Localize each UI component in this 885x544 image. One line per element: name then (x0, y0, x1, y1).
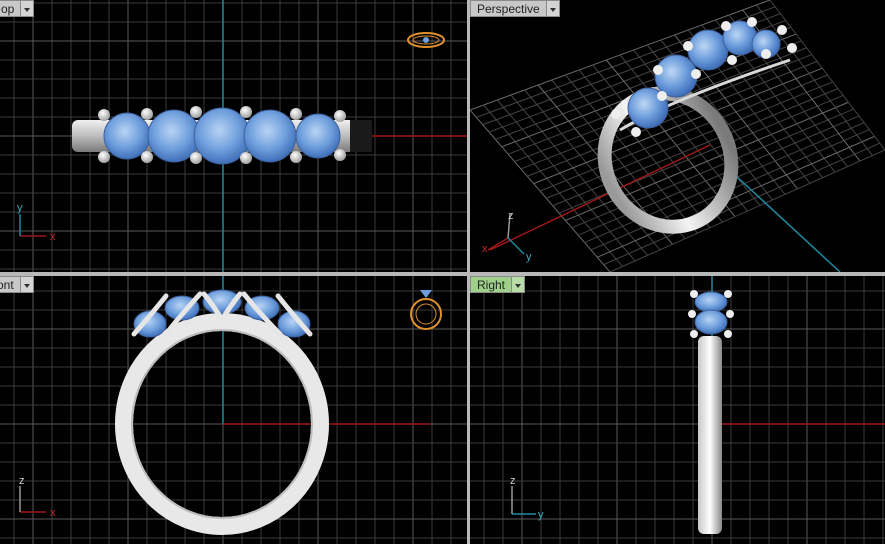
persp-axis-x-label: x (482, 243, 488, 255)
top-view-canvas: x y (0, 0, 467, 272)
top-axis-x-label: x (50, 231, 56, 243)
persp-y-axis-line (734, 174, 841, 272)
persp-axis-z-label: z (508, 210, 514, 222)
right-view-canvas: y z (470, 276, 885, 544)
front-axis-x-label: x (50, 507, 56, 519)
right-gems (694, 291, 728, 335)
front-viewport-label[interactable]: ont (0, 276, 34, 293)
top-viewport-label[interactable]: op (0, 0, 35, 17)
perspective-view-canvas: x y z (470, 0, 885, 272)
viewport-top[interactable]: x y op (0, 0, 467, 272)
dropdown-arrow-icon[interactable] (512, 276, 526, 293)
viewport-perspective[interactable]: x y z Perspective (470, 0, 885, 272)
ring-view-gizmo-icon[interactable] (407, 32, 445, 48)
right-axis-y-label: y (538, 509, 544, 521)
front-view-canvas: x z (0, 276, 467, 544)
dropdown-arrow-icon[interactable] (21, 0, 35, 17)
right-ring-band (698, 336, 722, 534)
top-gems (103, 107, 341, 165)
viewport-right[interactable]: y z Right (470, 276, 885, 544)
right-axis-z-label: z (510, 475, 516, 487)
front-axis-z-label: z (19, 475, 25, 487)
perspective-viewport-label[interactable]: Perspective (470, 0, 560, 17)
persp-axis-y-label: y (526, 251, 532, 263)
top-axis-y-label: y (17, 202, 23, 214)
dropdown-arrow-icon[interactable] (546, 0, 560, 17)
right-grid (470, 276, 885, 544)
dropdown-arrow-icon[interactable] (20, 276, 34, 293)
right-viewport-label[interactable]: Right (470, 276, 526, 293)
viewport-front[interactable]: x z ont (0, 276, 467, 544)
